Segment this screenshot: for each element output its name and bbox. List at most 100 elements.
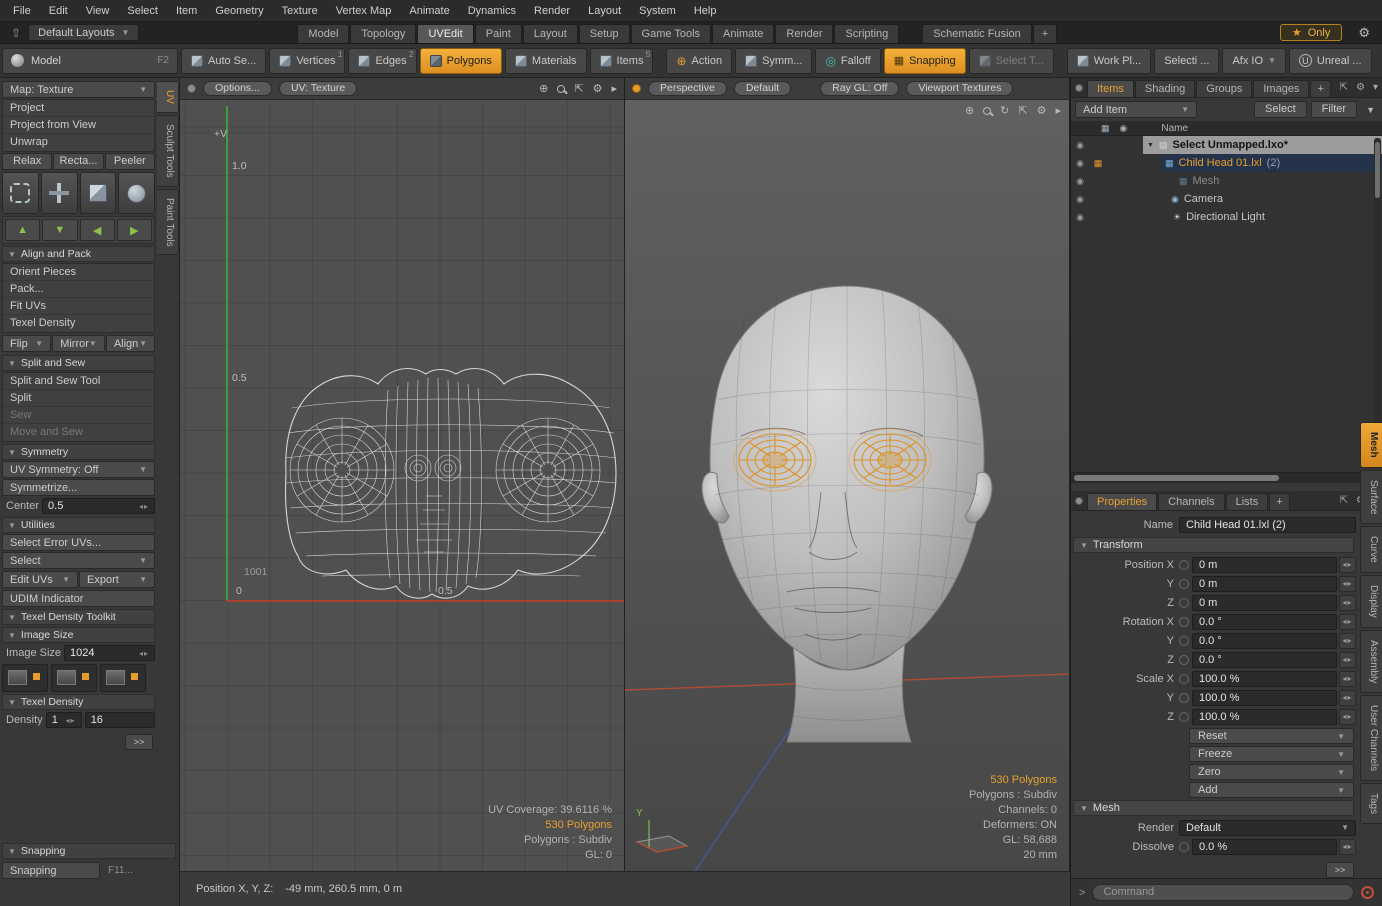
visibility-eye-icon[interactable]: ◉ bbox=[1071, 158, 1089, 169]
tab-channels[interactable]: Channels bbox=[1158, 493, 1224, 510]
tab-images[interactable]: Images bbox=[1253, 80, 1309, 97]
uv-symmetry-dropdown[interactable]: UV Symmetry: Off ▼ bbox=[2, 461, 155, 478]
selection-sets-button[interactable]: Selecti ... bbox=[1154, 48, 1219, 74]
chevron-right-icon[interactable]: ▸ bbox=[611, 82, 617, 95]
select-error-uvs-button[interactable]: Select Error UVs... bbox=[2, 534, 155, 551]
menu-select[interactable]: Select bbox=[118, 0, 167, 22]
vertices-mode-button[interactable]: Vertices 1 bbox=[269, 48, 345, 74]
snapping-section-header[interactable]: ▼ Snapping bbox=[2, 843, 176, 859]
scrollbar-thumb[interactable] bbox=[1074, 475, 1279, 481]
gear-icon[interactable]: ⚙ bbox=[593, 82, 603, 95]
scrollbar-thumb[interactable] bbox=[1375, 142, 1380, 198]
scene-row-content[interactable]: ▼ ▤ Select Unmapped.lxo* bbox=[1143, 136, 1382, 154]
layout-tab-render[interactable]: Render bbox=[775, 24, 833, 43]
layout-tab-paint[interactable]: Paint bbox=[475, 24, 522, 43]
utilities-select-dropdown[interactable]: Select ▼ bbox=[2, 552, 155, 569]
visibility-eye-icon[interactable]: ◉ bbox=[1071, 176, 1089, 187]
vertical-tab-sculpt-tools[interactable]: Sculpt Tools bbox=[157, 115, 179, 187]
texel-image-button-3[interactable] bbox=[100, 664, 146, 692]
symmetry-section-header[interactable]: ▼ Symmetry bbox=[2, 444, 155, 460]
filter-button[interactable]: Filter bbox=[1311, 101, 1357, 118]
menu-layout[interactable]: Layout bbox=[579, 0, 630, 22]
spinner-arrows-icon[interactable]: ◂▸ bbox=[1339, 576, 1356, 592]
uv-transform-tool-button[interactable] bbox=[41, 172, 78, 214]
afx-io-button[interactable]: Afx IO ▼ bbox=[1222, 48, 1285, 74]
menu-vertex-map[interactable]: Vertex Map bbox=[327, 0, 401, 22]
tree-row-mesh[interactable]: ◉ ▦ Mesh bbox=[1071, 172, 1382, 190]
flip-dropdown[interactable]: Flip▼ bbox=[2, 335, 51, 352]
uv-mesh-wireframe[interactable] bbox=[180, 100, 625, 871]
items-mode-button[interactable]: Items 5 bbox=[590, 48, 654, 74]
layout-export-icon[interactable]: ⇧ bbox=[6, 26, 26, 40]
menu-item[interactable]: Item bbox=[167, 0, 206, 22]
texel-density-toolkit-header[interactable]: ▼ Texel Density Toolkit bbox=[2, 609, 155, 625]
layout-tab-schematic-fusion[interactable]: Schematic Fusion bbox=[922, 24, 1031, 43]
command-input[interactable]: Command bbox=[1092, 884, 1354, 901]
properties-more-button[interactable]: >> bbox=[1326, 862, 1354, 878]
export-dropdown[interactable]: Export▼ bbox=[79, 571, 155, 588]
menu-render[interactable]: Render bbox=[525, 0, 579, 22]
uv-options-button[interactable]: Options... bbox=[203, 81, 272, 96]
channel-dot-icon[interactable] bbox=[1179, 674, 1189, 684]
split-command[interactable]: Split bbox=[3, 390, 154, 407]
image-size-section-header[interactable]: ▼ Image Size bbox=[2, 627, 155, 643]
mesh-section-header[interactable]: ▼ Mesh bbox=[1073, 800, 1354, 816]
default-layouts-dropdown[interactable]: Default Layouts ▼ bbox=[28, 24, 139, 41]
channel-dot-icon[interactable] bbox=[1179, 617, 1189, 627]
side-tab-tags[interactable]: Tags bbox=[1360, 783, 1382, 824]
spinner-arrows-icon[interactable]: ◂▸ bbox=[139, 502, 149, 511]
spinner-arrows-icon[interactable]: ◂▸ bbox=[1339, 690, 1356, 706]
sidebar-more-button[interactable]: >> bbox=[125, 734, 153, 750]
unreal-bridge-button[interactable]: U Unreal ... bbox=[1289, 48, 1372, 74]
image-size-field[interactable]: 1024 ◂▸ bbox=[64, 645, 155, 661]
layout-tab-topology[interactable]: Topology bbox=[350, 24, 416, 43]
peeler-tool-tab[interactable]: Peeler bbox=[105, 153, 155, 170]
menu-dynamics[interactable]: Dynamics bbox=[459, 0, 525, 22]
auto-select-button[interactable]: Auto Se... bbox=[181, 48, 266, 74]
symmetrize-button[interactable]: Symmetrize... bbox=[2, 479, 155, 496]
texel-density-command[interactable]: Texel Density bbox=[3, 315, 154, 332]
menu-system[interactable]: System bbox=[630, 0, 685, 22]
center-value-field[interactable]: 0.5 ◂▸ bbox=[42, 498, 155, 514]
split-and-sew-tool-command[interactable]: Split and Sew Tool bbox=[3, 373, 154, 390]
tree-row-directional-light[interactable]: ◉ ☀ Directional Light bbox=[1071, 208, 1382, 226]
filter-funnel-icon[interactable]: ▼ bbox=[1366, 105, 1375, 115]
tab-items[interactable]: Items bbox=[1087, 80, 1134, 97]
tree-row-camera[interactable]: ◉ ◉ Camera bbox=[1071, 190, 1382, 208]
mesh-row-content[interactable]: ▦ Mesh bbox=[1175, 172, 1382, 190]
channel-dot-icon[interactable] bbox=[1179, 598, 1189, 608]
texel-density-section-header[interactable]: ▼ Texel Density bbox=[2, 694, 155, 710]
work-plane-button[interactable]: Work Pl... bbox=[1067, 48, 1151, 74]
zoom-icon[interactable] bbox=[983, 107, 991, 115]
render-dropdown[interactable]: Default ▼ bbox=[1179, 820, 1356, 836]
snapping-toggle-button[interactable]: Snapping bbox=[2, 862, 100, 879]
side-tab-assembly[interactable]: Assembly bbox=[1360, 630, 1382, 693]
fit-uvs-command[interactable]: Fit UVs bbox=[3, 298, 154, 315]
gear-icon[interactable]: ⚙ bbox=[1356, 82, 1365, 93]
tab-properties[interactable]: Properties bbox=[1087, 493, 1157, 510]
udim-indicator-button[interactable]: UDIM Indicator bbox=[2, 590, 155, 607]
channel-dot-icon[interactable] bbox=[1179, 655, 1189, 665]
edit-uvs-dropdown[interactable]: Edit UVs▼ bbox=[2, 571, 78, 588]
zero-button[interactable]: Zero ▼ bbox=[1189, 764, 1354, 780]
spinner-arrows-icon[interactable]: ◂▸ bbox=[1339, 595, 1356, 611]
spinner-arrows-icon[interactable]: ◂▸ bbox=[1339, 839, 1356, 855]
head-model-canvas[interactable] bbox=[625, 100, 1070, 871]
edges-mode-button[interactable]: Edges 2 bbox=[348, 48, 416, 74]
channel-dot-icon[interactable] bbox=[1179, 842, 1189, 852]
light-row-content[interactable]: ☀ Directional Light bbox=[1169, 208, 1382, 226]
channel-dot-icon[interactable] bbox=[1179, 560, 1189, 570]
texel-image-button-1[interactable] bbox=[2, 664, 48, 692]
select-button[interactable]: Select bbox=[1254, 101, 1307, 118]
menu-edit[interactable]: Edit bbox=[40, 0, 77, 22]
side-tab-mesh[interactable]: Mesh bbox=[1360, 422, 1382, 468]
vertical-tab-paint-tools[interactable]: Paint Tools bbox=[157, 189, 179, 256]
tree-row-child-head[interactable]: ◉ ▦ ▦ Child Head 01.lxl (2) bbox=[1071, 154, 1382, 172]
name-column-header[interactable]: Name bbox=[1161, 123, 1188, 134]
zoom-icon[interactable] bbox=[557, 85, 565, 93]
menu-texture[interactable]: Texture bbox=[273, 0, 327, 22]
channel-dot-icon[interactable] bbox=[1179, 636, 1189, 646]
tab-shading[interactable]: Shading bbox=[1135, 80, 1195, 97]
add-tab-button[interactable]: + bbox=[1269, 493, 1289, 510]
raygl-tab[interactable]: Ray GL: Off bbox=[820, 81, 899, 96]
